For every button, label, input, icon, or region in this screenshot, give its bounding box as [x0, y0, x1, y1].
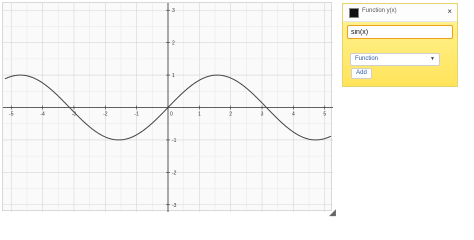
x-tick-label: 1	[198, 112, 201, 118]
x-tick-label: -5	[9, 112, 14, 118]
x-tick-label: 2	[229, 112, 232, 118]
function-type-label: Function	[355, 56, 379, 62]
graph-canvas[interactable]: -5 -4 -3 -2 -1 0 1 2 3 4 5321-1-2-3	[3, 3, 333, 212]
close-icon[interactable]: ×	[447, 7, 452, 16]
x-tick-label: -1	[134, 112, 139, 118]
x-tick-label: 3	[261, 112, 264, 118]
add-button[interactable]: Add	[351, 68, 372, 79]
y-tick-label: 2	[172, 41, 175, 47]
x-tick-label: 5	[323, 112, 326, 118]
x-tick-label: -2	[103, 112, 108, 118]
y-tick-label: -3	[172, 203, 177, 209]
y-tick-label: -2	[172, 170, 177, 176]
chevron-down-icon: ▼	[430, 56, 435, 62]
panel-title: Function y(x)	[362, 8, 397, 14]
y-tick-label: -1	[172, 138, 177, 144]
resize-handle-icon[interactable]: ◢	[329, 208, 336, 217]
panel-header: Function y(x) ×	[343, 4, 457, 22]
function-expression-input[interactable]	[347, 25, 453, 39]
y-tick-label: 1	[172, 73, 175, 79]
y-tick-label: 3	[172, 8, 175, 14]
function-type-select[interactable]: Function ▼	[350, 53, 440, 66]
x-tick-label: 0	[170, 112, 173, 118]
x-tick-label: -4	[40, 112, 45, 118]
graph-area[interactable]: -5 -4 -3 -2 -1 0 1 2 3 4 5 3 2 1 -1 -2 -3	[2, 2, 333, 212]
function-panel: Function y(x) × Function ▼ Add	[342, 3, 458, 87]
x-tick-label: 4	[292, 112, 295, 118]
color-swatch[interactable]	[349, 8, 359, 18]
